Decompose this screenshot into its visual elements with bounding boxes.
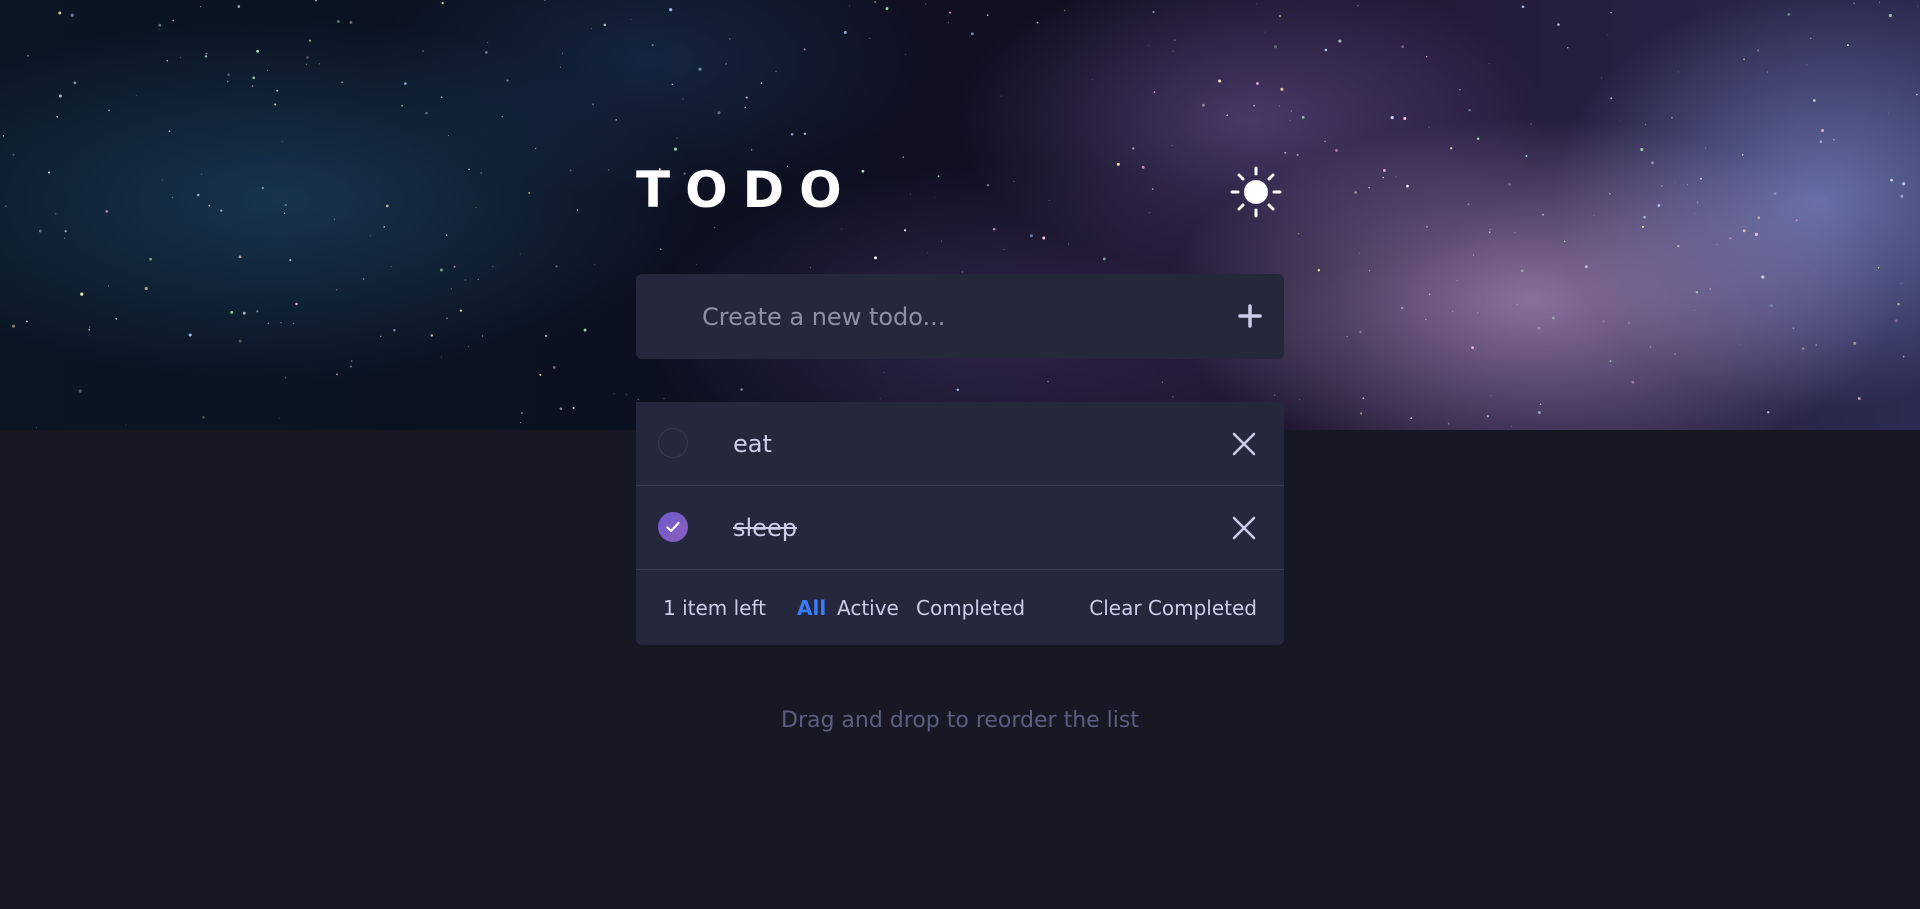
reorder-hint: Drag and drop to reorder the list: [781, 708, 1139, 733]
close-icon: [1232, 432, 1256, 456]
new-todo-form: [636, 274, 1284, 359]
todo-checkbox[interactable]: [658, 512, 688, 542]
plus-icon: [1238, 304, 1262, 328]
items-left-count: 1 item left: [663, 596, 767, 620]
filter-active[interactable]: Active: [837, 594, 899, 622]
checkmark-icon: [666, 521, 680, 533]
clear-completed-button[interactable]: Clear Completed: [1089, 594, 1257, 622]
todo-footer: 1 item left All Active Completed Clear C…: [636, 570, 1284, 645]
todo-item[interactable]: sleep: [636, 486, 1284, 570]
new-todo-input[interactable]: [700, 292, 1204, 342]
add-todo-button[interactable]: [1234, 300, 1266, 332]
filter-all[interactable]: All: [797, 594, 826, 622]
todo-item[interactable]: eat: [636, 402, 1284, 486]
todo-text: sleep: [733, 514, 797, 542]
delete-todo-button[interactable]: [1230, 430, 1258, 458]
todo-list: eat sleep 1 item left All Active Complet…: [636, 402, 1284, 645]
header: TODO: [636, 162, 1284, 218]
app-title: TODO: [636, 161, 857, 219]
sun-icon: [1230, 166, 1282, 218]
delete-todo-button[interactable]: [1230, 514, 1258, 542]
theme-toggle-button[interactable]: [1228, 164, 1284, 220]
filter-completed[interactable]: Completed: [916, 594, 1025, 622]
close-icon: [1232, 516, 1256, 540]
todo-text: eat: [733, 430, 772, 458]
todo-checkbox[interactable]: [658, 428, 688, 458]
